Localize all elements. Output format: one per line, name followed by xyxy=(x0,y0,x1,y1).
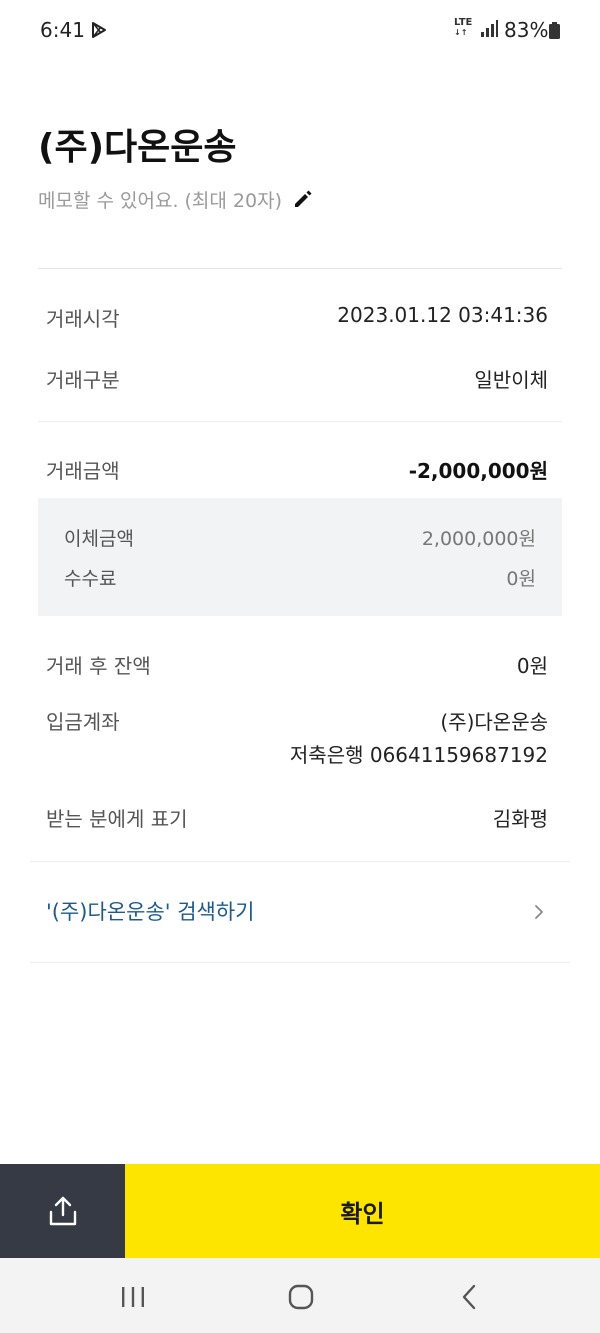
divider xyxy=(30,861,570,862)
recent-apps-icon[interactable] xyxy=(120,1286,146,1308)
home-icon[interactable] xyxy=(288,1284,314,1310)
memo-editor[interactable]: 메모할 수 있어요. (최대 20자) xyxy=(38,184,314,214)
deposit-account-label: 입금계좌 xyxy=(46,710,120,734)
share-button[interactable] xyxy=(0,1164,125,1258)
status-time: 6:41 xyxy=(40,18,85,42)
deposit-account-number: 저축은행 06641159687192 xyxy=(289,743,548,767)
transaction-amount-label: 거래금액 xyxy=(46,459,120,483)
pencil-icon[interactable] xyxy=(292,188,314,210)
status-bar: 6:41 LTE ↓↑ 83% xyxy=(0,0,600,62)
deposit-account-row: 입금계좌 (주)다온운송 저축은행 06641159687192 xyxy=(46,706,548,772)
deposit-account-value: (주)다온운송 저축은행 06641159687192 xyxy=(290,706,548,772)
fee-value: 0원 xyxy=(506,568,536,590)
recipient-display-label: 받는 분에게 표기 xyxy=(46,807,188,831)
transaction-time-row: 거래시각 2023.01.12 03:41:36 xyxy=(46,303,548,332)
memo-placeholder: 메모할 수 있어요. (최대 20자) xyxy=(38,189,283,212)
divider xyxy=(38,421,562,422)
transaction-amount-value: -2,000,000원 xyxy=(408,459,548,483)
divider xyxy=(30,962,570,963)
lte-icon: LTE ↓↑ xyxy=(454,17,473,38)
share-icon xyxy=(49,1196,76,1226)
transaction-type-row: 거래구분 일반이체 xyxy=(46,364,548,393)
recipient-display-value: 김화평 xyxy=(492,807,548,831)
balance-row: 거래 후 잔액 0원 xyxy=(46,650,548,679)
fee-row: 수수료 0원 xyxy=(64,564,536,591)
battery-percentage: 83% xyxy=(504,18,549,42)
transfer-amount-value: 2,000,000원 xyxy=(421,528,536,550)
back-icon[interactable] xyxy=(461,1284,477,1310)
play-store-icon xyxy=(92,22,106,38)
divider xyxy=(38,268,562,269)
transfer-amount-label: 이체금액 xyxy=(64,528,134,550)
transfer-amount-row: 이체금액 2,000,000원 xyxy=(64,524,536,551)
transaction-type-label: 거래구분 xyxy=(46,368,120,392)
confirm-button[interactable]: 확인 xyxy=(125,1164,600,1258)
balance-value: 0원 xyxy=(516,654,548,678)
recipient-display-row: 받는 분에게 표기 김화평 xyxy=(46,803,548,832)
transaction-type-value: 일반이체 xyxy=(474,368,548,392)
merchant-title: (주)다온운송 xyxy=(38,127,237,168)
transaction-time-value: 2023.01.12 03:41:36 xyxy=(337,303,548,327)
chevron-right-icon[interactable] xyxy=(532,902,546,922)
battery-icon xyxy=(549,22,560,39)
balance-label: 거래 후 잔액 xyxy=(46,654,151,678)
signal-icon xyxy=(481,20,498,37)
fee-label: 수수료 xyxy=(64,568,117,590)
transaction-amount-row: 거래금액 -2,000,000원 xyxy=(46,455,548,484)
deposit-account-name: (주)다온운송 xyxy=(440,710,548,734)
amount-breakdown: 이체금액 2,000,000원 수수료 0원 xyxy=(38,498,562,616)
search-merchant-link[interactable]: '(주)다온운송' 검색하기 xyxy=(46,896,255,926)
transaction-time-label: 거래시각 xyxy=(46,307,120,331)
